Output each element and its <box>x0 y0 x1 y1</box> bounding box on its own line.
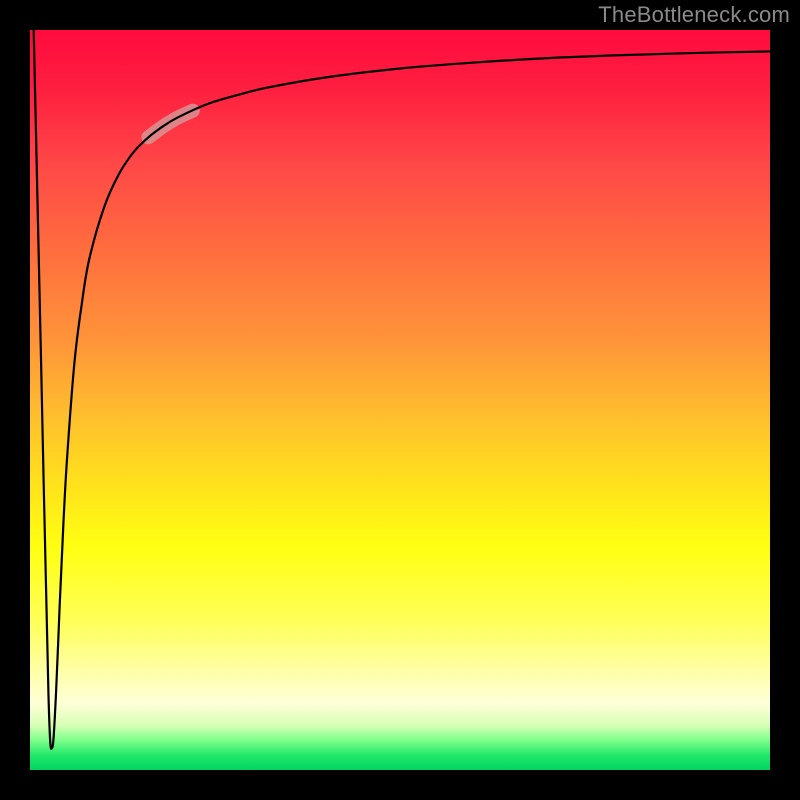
watermark-text: TheBottleneck.com <box>598 2 790 28</box>
chart-frame: TheBottleneck.com <box>0 0 800 800</box>
plot-area <box>30 30 770 770</box>
curve-svg <box>30 30 770 770</box>
